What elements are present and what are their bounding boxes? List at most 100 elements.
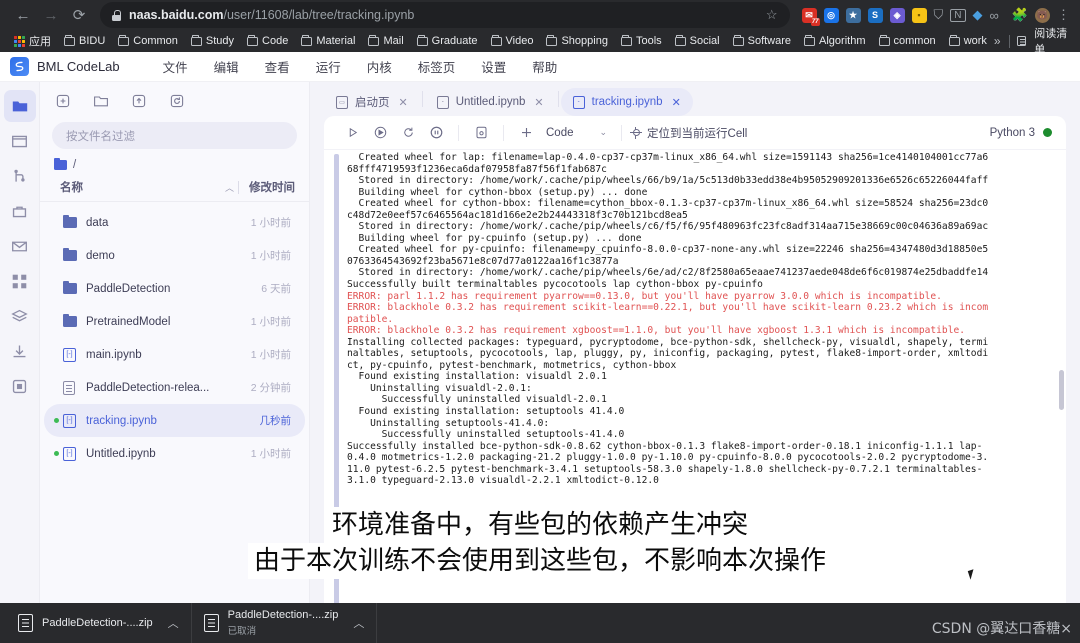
new-folder-icon[interactable] xyxy=(90,90,112,112)
bookmark-tools[interactable]: Tools xyxy=(615,33,668,49)
folder-icon xyxy=(63,283,79,294)
back-button[interactable]: ← xyxy=(10,2,36,28)
ring-extension-icon[interactable]: ◎ xyxy=(824,8,839,23)
add-cell-button[interactable] xyxy=(512,120,540,146)
s-extension-icon[interactable]: S xyxy=(868,8,883,23)
list-item[interactable]: demo 1 小时前 xyxy=(44,239,305,272)
notebook-icon: - xyxy=(573,96,585,109)
bookmark-common2[interactable]: common xyxy=(873,33,942,49)
puzzle-icon[interactable]: 🧩 xyxy=(1012,7,1028,23)
breadcrumb[interactable]: / xyxy=(40,157,309,179)
locate-running-cell-button[interactable]: 定位到当前运行Cell xyxy=(630,125,747,141)
tab-launcher[interactable]: ▭ 启动页 ✕ xyxy=(324,88,420,116)
sidebar-item-git[interactable] xyxy=(4,160,36,192)
bookmark-social[interactable]: Social xyxy=(669,33,726,49)
run-all-button[interactable] xyxy=(366,120,394,146)
browser-url-row: ← → ⟳ naas.baidu.com/user/11608/lab/tree… xyxy=(0,0,1080,30)
mail-icon xyxy=(11,238,28,255)
sidebar-item-mail[interactable] xyxy=(4,230,36,262)
star-extension-icon[interactable]: ★ xyxy=(846,8,861,23)
cell-type-select[interactable]: Code ⌄ xyxy=(540,127,613,139)
browser-menu-icon[interactable]: ⋮ xyxy=(1057,7,1070,23)
notion-extension-icon[interactable]: N xyxy=(950,9,965,22)
drop-extension-icon[interactable]: ◆ xyxy=(973,7,983,23)
bookmark-material[interactable]: Material xyxy=(295,33,361,49)
run-cell-button[interactable] xyxy=(338,120,366,146)
address-bar[interactable]: naas.baidu.com/user/11608/lab/tree/track… xyxy=(100,2,790,28)
bookmark-bidu[interactable]: BIDU xyxy=(58,33,111,49)
notebook-area: ▭ 启动页 ✕ - Untitled.ipynb ✕ - tracking.ip… xyxy=(310,82,1080,643)
list-item[interactable]: data 1 小时前 xyxy=(44,206,305,239)
bookmark-label: Code xyxy=(262,35,288,47)
git-branch-icon xyxy=(11,168,28,185)
sidebar-item-dataset[interactable] xyxy=(4,195,36,227)
menu-tabs[interactable]: 标签页 xyxy=(405,54,469,79)
gem-extension-icon[interactable]: ◈ xyxy=(890,8,905,23)
tab-tracking-ipynb[interactable]: - tracking.ipynb ✕ xyxy=(561,88,693,116)
menu-settings[interactable]: 设置 xyxy=(468,54,519,79)
upload-icon[interactable] xyxy=(128,90,150,112)
chevron-up-icon[interactable]: ︿ xyxy=(168,615,179,631)
close-icon[interactable]: ✕ xyxy=(672,96,681,109)
file-name: main.ipynb xyxy=(86,349,251,361)
sidebar-item-layers[interactable] xyxy=(4,300,36,332)
bookmark-extension-icon[interactable]: ⛉ xyxy=(934,7,944,23)
forward-button[interactable]: → xyxy=(38,2,64,28)
bookmark-software[interactable]: Software xyxy=(727,33,797,49)
interrupt-kernel-button[interactable] xyxy=(422,120,450,146)
copy-cell-button[interactable] xyxy=(467,120,495,146)
reload-button[interactable]: ⟳ xyxy=(66,2,92,28)
tab-untitled-ipynb[interactable]: - Untitled.ipynb ✕ xyxy=(425,88,556,116)
mail-extension-icon[interactable]: ✉77 xyxy=(802,8,817,23)
bookmark-graduate[interactable]: Graduate xyxy=(411,33,484,49)
folder-icon xyxy=(247,37,258,46)
menu-help[interactable]: 帮助 xyxy=(519,54,570,79)
bookmark-star-icon[interactable]: ☆ xyxy=(758,7,778,23)
bookmark-common[interactable]: Common xyxy=(112,33,184,49)
column-header-modified[interactable]: 修改时间 xyxy=(249,179,295,195)
notes-extension-icon[interactable]: ▪ xyxy=(912,8,927,23)
avatar[interactable]: 🐻 xyxy=(1035,8,1050,23)
list-item[interactable]: PaddleDetection-relea... 2 分钟前 xyxy=(44,371,305,404)
list-item-selected[interactable]: [-] tracking.ipynb 几秒前 xyxy=(44,404,305,437)
download-item[interactable]: PaddleDetection-....zip 已取消 ︿ xyxy=(192,603,378,643)
list-item[interactable]: [-] main.ipynb 1 小时前 xyxy=(44,338,305,371)
list-item[interactable]: [-] Untitled.ipynb 1 小时前 xyxy=(44,437,305,470)
vertical-scrollbar[interactable] xyxy=(1059,370,1064,410)
bookmarks-overflow-icon[interactable]: » xyxy=(994,34,1001,48)
bookmark-algorithm[interactable]: Algorithm xyxy=(798,33,871,49)
refresh-icon[interactable] xyxy=(166,90,188,112)
chevron-up-icon[interactable]: ︿ xyxy=(353,615,364,631)
bookmark-study[interactable]: Study xyxy=(185,33,240,49)
menu-edit[interactable]: 编辑 xyxy=(201,54,252,79)
column-header-name[interactable]: 名称 xyxy=(60,179,225,195)
close-icon[interactable]: ✕ xyxy=(399,96,408,109)
download-item[interactable]: PaddleDetection-....zip ︿ xyxy=(6,603,192,643)
bookmark-shopping[interactable]: Shopping xyxy=(540,33,614,49)
menu-view[interactable]: 查看 xyxy=(252,54,303,79)
restart-kernel-button[interactable] xyxy=(394,120,422,146)
bookmark-video[interactable]: Video xyxy=(485,33,540,49)
close-icon[interactable]: ✕ xyxy=(534,96,543,109)
folder-icon xyxy=(63,316,79,327)
glasses-extension-icon[interactable]: ∞ xyxy=(990,8,999,23)
new-launcher-icon[interactable] xyxy=(52,90,74,112)
file-filter-input[interactable]: 按文件名过滤 xyxy=(52,122,297,149)
list-item[interactable]: PretrainedModel 1 小时前 xyxy=(44,305,305,338)
menu-run[interactable]: 运行 xyxy=(303,54,354,79)
download-filename: PaddleDetection-....zip xyxy=(228,609,339,621)
kernel-indicator[interactable]: Python 3 xyxy=(990,127,1052,139)
menu-kernel[interactable]: 内核 xyxy=(354,54,405,79)
bookmark-code[interactable]: Code xyxy=(241,33,294,49)
status-dot xyxy=(54,385,59,390)
sidebar-item-extensions[interactable] xyxy=(4,265,36,297)
sidebar-item-running[interactable] xyxy=(4,125,36,157)
bookmark-work[interactable]: work xyxy=(943,33,993,49)
menu-file[interactable]: 文件 xyxy=(150,54,201,79)
apps-shortcut[interactable]: 应用 xyxy=(8,31,57,51)
list-item[interactable]: PaddleDetection 6 天前 xyxy=(44,272,305,305)
sidebar-item-package[interactable] xyxy=(4,370,36,402)
sidebar-item-files[interactable] xyxy=(4,90,36,122)
sidebar-item-download[interactable] xyxy=(4,335,36,367)
bookmark-mail[interactable]: Mail xyxy=(362,33,409,49)
